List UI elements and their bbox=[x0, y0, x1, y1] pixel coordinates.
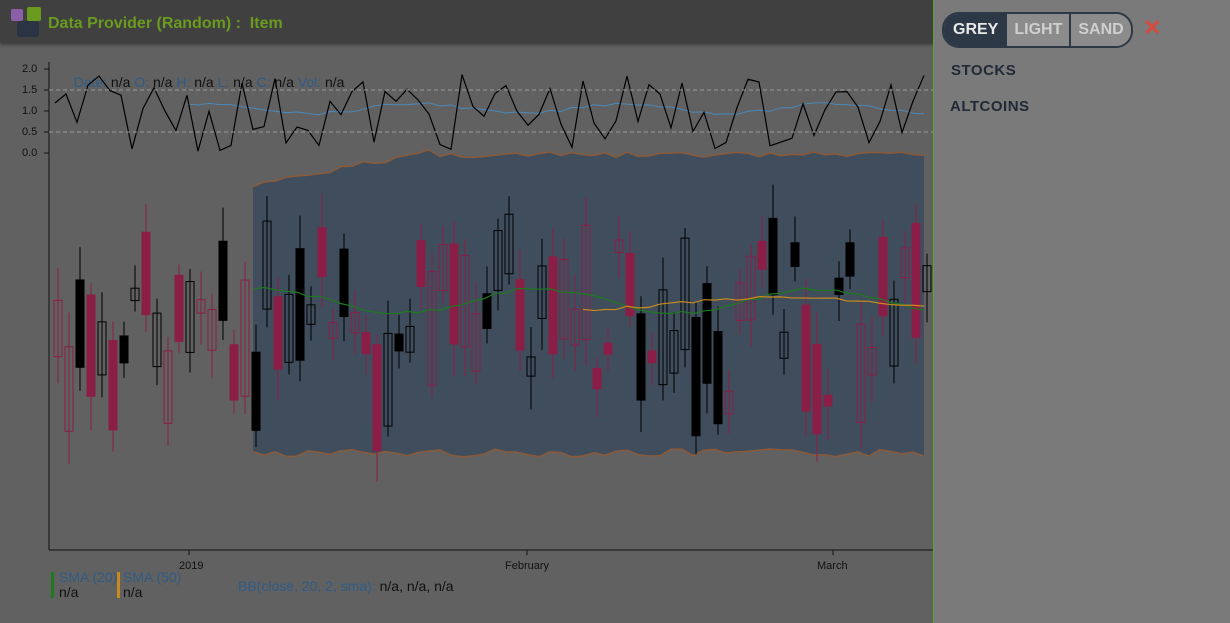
candle-body bbox=[361, 332, 371, 355]
candle-body bbox=[108, 339, 118, 431]
candle-body bbox=[86, 294, 96, 397]
menu-item-altcoins[interactable]: ALTCOINS bbox=[950, 98, 1030, 115]
indicator-tick-0-0: 0.0 bbox=[22, 147, 38, 159]
bollinger-fill bbox=[253, 149, 924, 457]
sma50-value: n/a bbox=[123, 584, 143, 600]
bollinger-bands bbox=[252, 148, 925, 458]
indicator-main-line bbox=[54, 74, 925, 152]
candle-body bbox=[845, 242, 855, 277]
candle-body bbox=[713, 331, 723, 425]
candle-body bbox=[691, 316, 701, 437]
candle-body bbox=[141, 231, 151, 316]
candle-body bbox=[119, 335, 129, 364]
close-icon[interactable]: ✕ bbox=[1143, 16, 1161, 40]
candle-body bbox=[801, 304, 811, 412]
candle-body bbox=[218, 240, 228, 321]
chart-header: Data Provider (Random) : Item bbox=[0, 0, 934, 43]
indicator-tick-0-5: 0.5 bbox=[22, 126, 38, 138]
candle-body bbox=[636, 313, 646, 401]
app-logo-icon bbox=[11, 7, 41, 37]
indicator-tick-1-5: 1.5 bbox=[22, 84, 38, 96]
candle-body bbox=[174, 274, 184, 342]
candle-body bbox=[911, 222, 921, 338]
theme-sand-button[interactable]: SAND bbox=[1069, 14, 1131, 46]
candle-body bbox=[273, 296, 283, 370]
data-provider-title: Data Provider (Random) : Item bbox=[48, 15, 283, 32]
x-tick-february: February bbox=[505, 560, 550, 572]
candle-body bbox=[339, 248, 349, 318]
indicator-pane bbox=[54, 74, 925, 152]
sma50-swatch bbox=[117, 572, 120, 598]
candle-body bbox=[603, 342, 613, 355]
candle-body bbox=[515, 279, 525, 351]
indicator-tick-2-0: 2.0 bbox=[22, 63, 38, 75]
candle-body bbox=[548, 256, 558, 355]
candle-body bbox=[592, 367, 602, 390]
candle-body bbox=[317, 227, 327, 278]
candlestick-chart[interactable] bbox=[0, 44, 934, 564]
candle-body bbox=[823, 394, 833, 407]
app-root: Data Provider (Random) : Item Date: n/a … bbox=[0, 0, 1230, 623]
bb-label: BB(close, 20, 2, sma): bbox=[238, 578, 376, 594]
theme-switcher[interactable]: GREY LIGHT SAND bbox=[942, 12, 1133, 48]
candle-body bbox=[229, 344, 239, 401]
bb-value: n/a, n/a, n/a bbox=[379, 578, 454, 594]
theme-light-button[interactable]: LIGHT bbox=[1005, 14, 1070, 46]
x-tick-2019: 2019 bbox=[179, 560, 204, 572]
x-tick-march: March bbox=[817, 560, 848, 572]
bollinger-legend: BB(close, 20, 2, sma): n/a, n/a, n/a bbox=[238, 578, 454, 594]
candle-body bbox=[449, 243, 459, 345]
candle-body bbox=[647, 350, 657, 364]
sma20-value: n/a bbox=[59, 584, 79, 600]
candle-body bbox=[75, 279, 85, 368]
candle-body bbox=[768, 217, 778, 296]
candle-body bbox=[394, 333, 404, 352]
candle-body bbox=[812, 343, 822, 435]
candle-body bbox=[251, 351, 261, 431]
theme-grey-button[interactable]: GREY bbox=[944, 14, 1006, 46]
sma20-swatch bbox=[51, 572, 54, 598]
sma50-label: SMA (50) bbox=[123, 569, 182, 585]
side-panel bbox=[933, 0, 1230, 623]
candle-body bbox=[295, 248, 305, 361]
candle-body bbox=[702, 283, 712, 384]
candle-body bbox=[790, 242, 800, 268]
candle-body bbox=[416, 240, 426, 287]
candle-body bbox=[372, 344, 382, 452]
candle-body bbox=[757, 240, 767, 270]
indicator-tick-1-0: 1.0 bbox=[22, 105, 38, 117]
menu-item-stocks[interactable]: STOCKS bbox=[951, 62, 1016, 79]
sma20-label: SMA (20) bbox=[59, 569, 118, 585]
